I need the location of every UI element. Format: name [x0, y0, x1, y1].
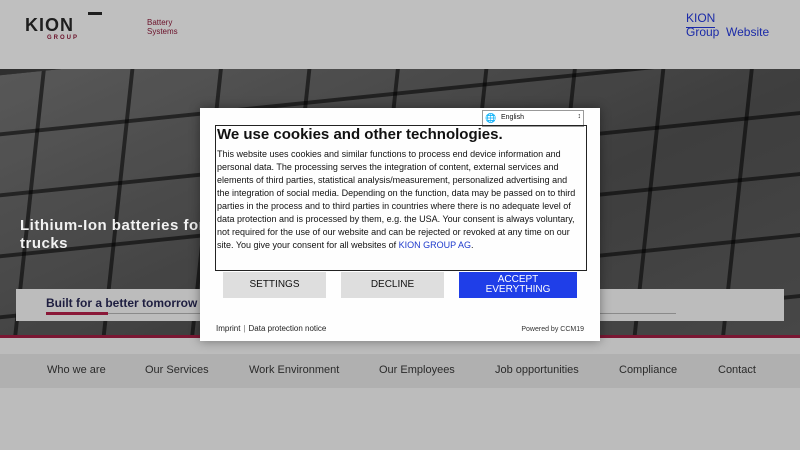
settings-button[interactable]: SETTINGS — [223, 272, 326, 298]
data-protection-link[interactable]: Data protection notice — [249, 324, 327, 333]
chevron-updown-icon: ↕ — [577, 113, 582, 120]
footer-separator: | — [243, 324, 246, 333]
language-select-value: English — [501, 114, 524, 121]
cookie-title: We use cookies and other technologies. — [217, 126, 503, 143]
imprint-link[interactable]: Imprint — [216, 324, 240, 333]
accept-everything-button[interactable]: ACCEPT EVERYTHING — [459, 272, 577, 298]
cookie-description-text: This website uses cookies and similar fu… — [217, 149, 576, 250]
cookie-description: This website uses cookies and similar fu… — [217, 148, 577, 252]
kion-group-link[interactable]: KION GROUP AG — [399, 240, 471, 250]
translate-icon: 🌐 — [485, 113, 497, 123]
cookie-footer-links: Imprint | Data protection notice — [216, 324, 326, 333]
cookie-description-end: . — [470, 240, 474, 250]
cookie-content: We use cookies and other technologies. T… — [215, 125, 587, 271]
cookie-consent-dialog: 🌐 English ↕ We use cookies and other tec… — [200, 108, 600, 341]
accept-label-line-2: EVERYTHING — [485, 284, 551, 295]
powered-by-label[interactable]: Powered by CCM19 — [521, 326, 584, 333]
decline-button[interactable]: DECLINE — [341, 272, 444, 298]
